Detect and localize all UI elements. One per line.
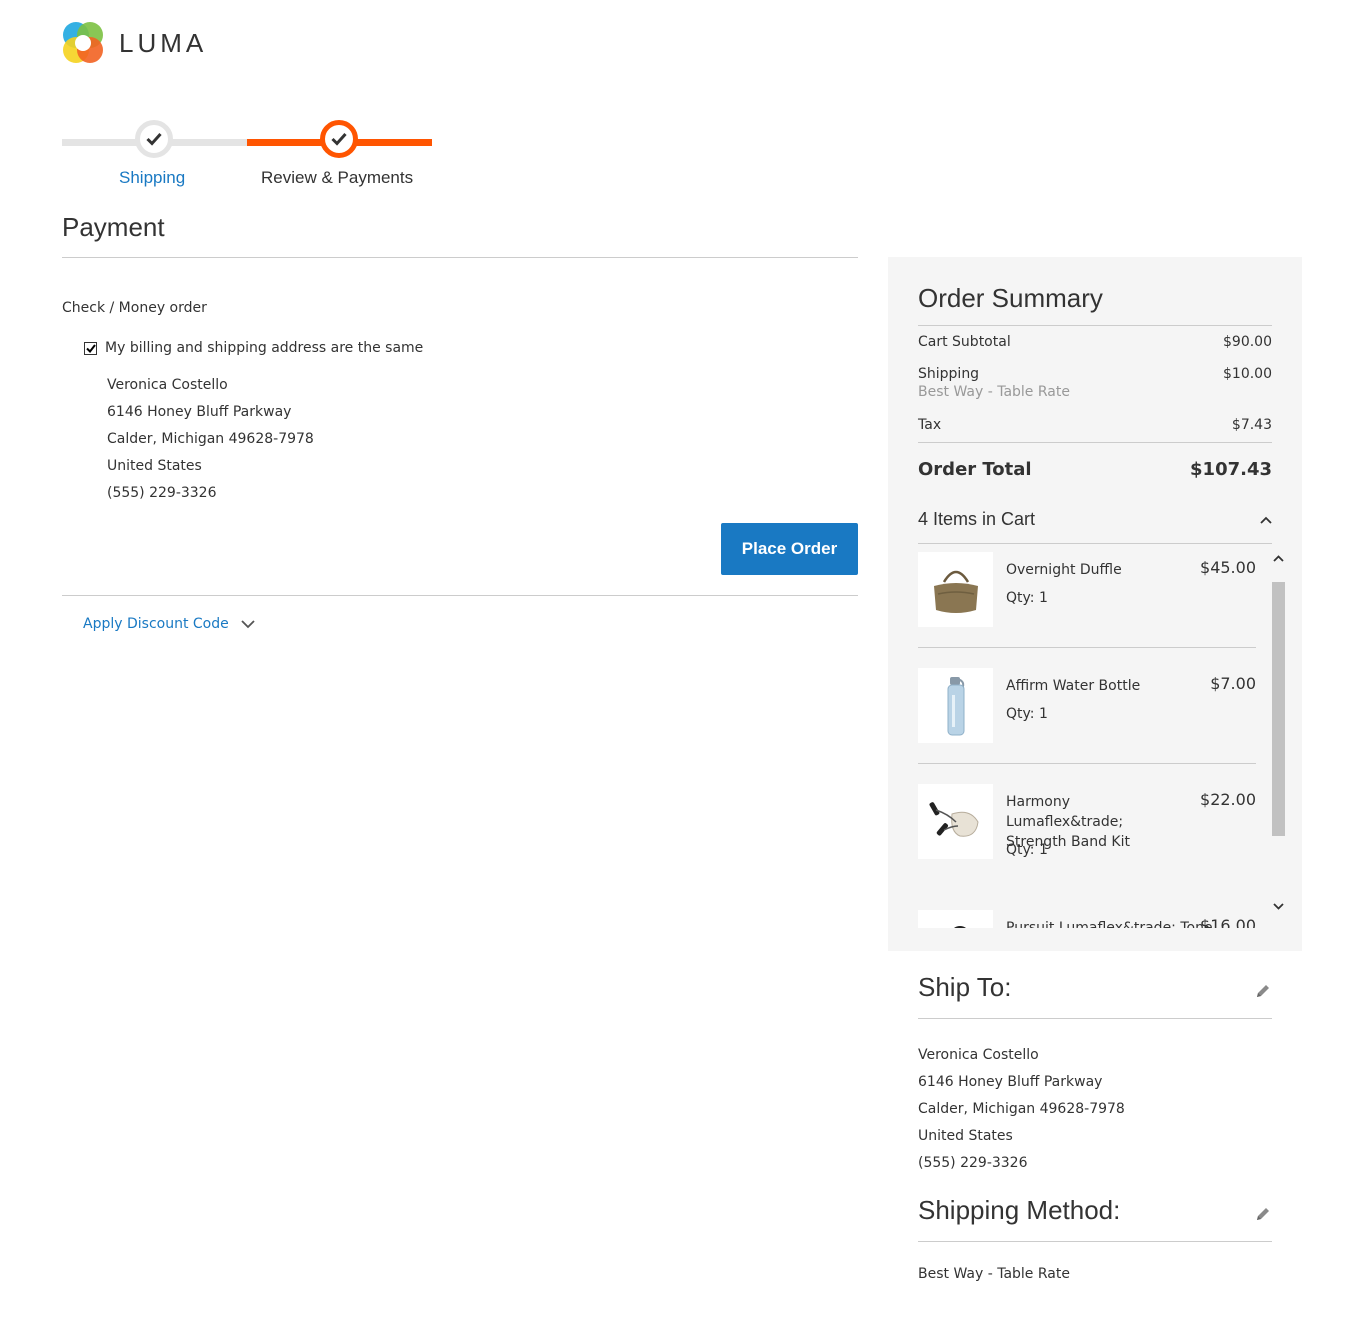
- cart-item-price: $45.00: [1200, 558, 1256, 577]
- order-summary-title: Order Summary: [918, 283, 1103, 313]
- shipping-method-value: Best Way - Table Rate: [918, 1266, 1070, 1282]
- payment-method-label: Check / Money order: [62, 300, 207, 316]
- tone-band-image: [918, 910, 993, 928]
- items-in-cart-label: 4 Items in Cart: [918, 509, 1036, 529]
- billing-name: Veronica Costello: [107, 377, 228, 393]
- ship-to-country: United States: [918, 1128, 1013, 1144]
- cart-items-scrollbar[interactable]: [1271, 544, 1286, 928]
- cart-item-divider: [918, 647, 1256, 648]
- billing-address: Veronica Costello 6146 Honey Bluff Parkw…: [107, 372, 314, 507]
- cart-item-name: Overnight Duffle: [1006, 562, 1122, 578]
- summary-title-divider: [918, 325, 1272, 326]
- cart-item-qty: Qty: 1: [1006, 706, 1048, 722]
- ship-to-street: 6146 Honey Bluff Parkway: [918, 1074, 1103, 1090]
- ship-to-name: Veronica Costello: [918, 1047, 1039, 1063]
- items-in-cart-toggle[interactable]: 4 Items in Cart: [918, 509, 1272, 530]
- luma-logo[interactable]: LUMA: [61, 20, 207, 66]
- billing-country: United States: [107, 458, 202, 474]
- chevron-down-icon: [241, 619, 255, 629]
- discount-divider: [62, 595, 858, 596]
- cart-item-price: $16.00: [1200, 916, 1256, 928]
- step-review-dot: [320, 120, 358, 158]
- cart-item-name: Pursuit Lumaflex&trade; Tone: [1006, 920, 1213, 928]
- cart-items-list[interactable]: Overnight Duffle $45.00 Qty: 1 Affirm Wa…: [918, 544, 1288, 928]
- check-icon: [146, 132, 162, 146]
- billing-city-line: Calder, Michigan 49628-7978: [107, 431, 314, 447]
- step-shipping-dot[interactable]: [135, 120, 173, 158]
- totals-divider: [918, 442, 1272, 443]
- shipping-label: Shipping: [918, 366, 980, 382]
- billing-street: 6146 Honey Bluff Parkway: [107, 404, 292, 420]
- water-bottle-image: [918, 668, 993, 743]
- shipping-method-divider: [918, 1241, 1272, 1242]
- shipping-method-title: Shipping Method:: [918, 1195, 1121, 1225]
- shipping-row: Shipping Best Way - Table Rate $10.00: [918, 366, 1272, 400]
- scrollbar-thumb[interactable]: [1272, 582, 1285, 836]
- edit-ship-to-pencil-icon[interactable]: [1254, 982, 1272, 1000]
- step-review-label: Review & Payments: [261, 168, 414, 187]
- billing-phone: (555) 229-3326: [107, 485, 217, 501]
- apply-discount-toggle[interactable]: Apply Discount Code: [83, 616, 255, 632]
- ship-to-address: Veronica Costello 6146 Honey Bluff Parkw…: [918, 1042, 1125, 1177]
- order-summary: Order Summary Cart Subtotal $90.00 Shipp…: [888, 257, 1302, 951]
- step-shipping-link[interactable]: Shipping: [119, 168, 185, 188]
- cart-subtotal-value: $90.00: [1223, 334, 1272, 350]
- edit-shipping-method-pencil-icon[interactable]: [1254, 1205, 1272, 1223]
- scroll-up-arrow-icon[interactable]: [1271, 551, 1286, 566]
- luma-logo-icon: [63, 22, 103, 63]
- strength-band-image: [918, 784, 993, 859]
- cart-subtotal-row: Cart Subtotal $90.00: [918, 334, 1272, 350]
- checkout-progress-bar: Shipping Review & Payments: [62, 120, 432, 200]
- payment-title: Payment: [62, 212, 165, 242]
- ship-to-phone: (555) 229-3326: [918, 1155, 1028, 1171]
- shipping-method-sub: Best Way - Table Rate: [918, 384, 1070, 400]
- cart-item-qty: Qty: 1: [1006, 590, 1048, 606]
- tax-value: $7.43: [1231, 417, 1272, 433]
- cart-item-name: Affirm Water Bottle: [1006, 678, 1141, 694]
- chevron-up-icon: [1260, 512, 1272, 528]
- order-total-value: $107.43: [1190, 459, 1272, 480]
- checkmark-icon: [85, 343, 96, 353]
- ship-to-divider: [918, 1018, 1272, 1019]
- tax-row: Tax $7.43: [918, 417, 1272, 433]
- shipping-value: $10.00: [1223, 366, 1272, 382]
- scroll-down-arrow-icon[interactable]: [1271, 899, 1286, 914]
- cart-item-qty: Qty: 1: [1006, 842, 1048, 858]
- same-address-label[interactable]: My billing and shipping address are the …: [105, 340, 423, 356]
- check-icon: [331, 132, 347, 146]
- duffle-bag-image: [918, 552, 993, 627]
- apply-discount-link[interactable]: Apply Discount Code: [83, 616, 229, 632]
- ship-to-city-line: Calder, Michigan 49628-7978: [918, 1101, 1125, 1117]
- cart-subtotal-label: Cart Subtotal: [918, 334, 1011, 350]
- place-order-button[interactable]: Place Order: [721, 523, 858, 575]
- ship-to-title: Ship To:: [918, 972, 1012, 1002]
- cart-item-price: $22.00: [1200, 790, 1256, 809]
- payment-title-divider: [62, 257, 858, 258]
- cart-item-price: $7.00: [1210, 674, 1256, 693]
- order-total-label: Order Total: [918, 459, 1032, 480]
- tax-label: Tax: [918, 417, 942, 433]
- cart-item-divider: [918, 763, 1256, 764]
- same-address-checkbox[interactable]: [84, 341, 97, 355]
- logo-text: LUMA: [119, 27, 208, 58]
- order-total-row: Order Total $107.43: [918, 459, 1272, 480]
- same-address-option[interactable]: My billing and shipping address are the …: [84, 340, 423, 356]
